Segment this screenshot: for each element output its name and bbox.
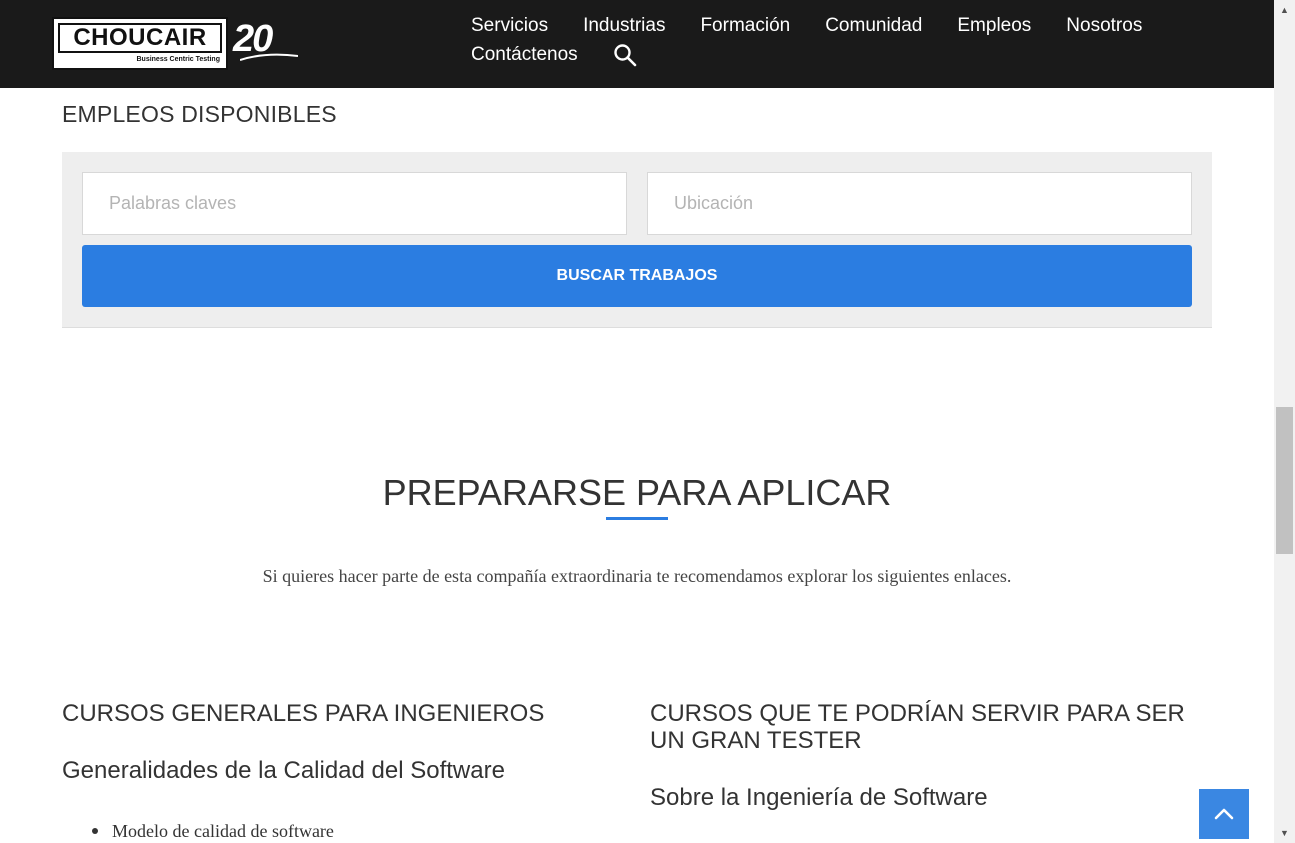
jobs-section-title: EMPLEOS DISPONIBLES	[62, 101, 337, 127]
nav-item-industrias[interactable]: Industrias	[583, 11, 665, 40]
general-courses-heading: CURSOS GENERALES PARA INGENIEROS	[62, 700, 545, 727]
site-header: CHOUCAIR Business Centric Testing 20 Ser…	[0, 0, 1274, 88]
tester-courses-heading: CURSOS QUE TE PODRÍAN SERVIR PARA SER UN…	[650, 700, 1185, 754]
main-nav: Servicios Industrias Formación Comunidad…	[471, 11, 1171, 69]
software-engineering-subheading[interactable]: Sobre la Ingeniería de Software	[650, 784, 988, 812]
list-item-label: Modelo de calidad de software	[112, 821, 334, 841]
keywords-input[interactable]	[82, 172, 627, 235]
scroll-down-arrow-icon[interactable]: ▼	[1274, 825, 1295, 841]
page-scrollbar[interactable]: ▲ ▼	[1274, 0, 1295, 843]
scroll-up-arrow-icon[interactable]: ▲	[1274, 2, 1295, 18]
nav-item-servicios[interactable]: Servicios	[471, 11, 548, 40]
logo-tagline: Business Centric Testing	[136, 56, 220, 63]
nav-item-contactenos[interactable]: Contáctenos	[471, 40, 578, 69]
job-search-panel: BUSCAR TRABAJOS	[62, 152, 1212, 328]
software-quality-subheading[interactable]: Generalidades de la Calidad del Software	[62, 757, 505, 785]
chevron-up-icon	[1214, 808, 1234, 820]
bullet-icon	[92, 828, 98, 834]
search-jobs-button[interactable]: BUSCAR TRABAJOS	[82, 245, 1192, 307]
prepare-section-title: PREPARARSE PARA APLICAR	[382, 472, 892, 513]
nav-item-nosotros[interactable]: Nosotros	[1066, 11, 1142, 40]
list-item[interactable]: Modelo de calidad de software	[92, 819, 334, 843]
scroll-thumb[interactable]	[1276, 407, 1293, 554]
back-to-top-button[interactable]	[1199, 789, 1249, 839]
course-list: Modelo de calidad de software	[92, 819, 334, 843]
prepare-description: Si quieres hacer parte de esta compañía …	[262, 566, 1012, 586]
nav-item-empleos[interactable]: Empleos	[957, 11, 1031, 40]
logo-wordmark: CHOUCAIR	[58, 23, 222, 53]
choucair-logo[interactable]: CHOUCAIR Business Centric Testing	[52, 17, 228, 70]
search-icon[interactable]	[613, 43, 637, 67]
anniversary-swoosh-icon	[240, 53, 298, 61]
title-underline-divider	[606, 517, 668, 520]
location-input[interactable]	[647, 172, 1192, 235]
nav-item-comunidad[interactable]: Comunidad	[825, 11, 922, 40]
nav-item-formacion[interactable]: Formación	[700, 11, 790, 40]
